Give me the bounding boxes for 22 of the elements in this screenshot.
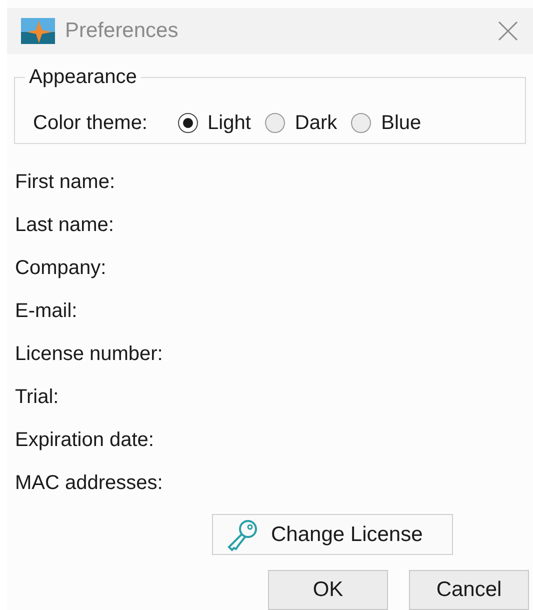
radio-option[interactable]: Light <box>178 108 251 138</box>
field-label: MAC addresses: <box>15 470 163 496</box>
theme-label: Color theme: <box>33 110 148 136</box>
dialog-button[interactable]: OK <box>268 570 388 610</box>
field-label: Last name: <box>15 212 114 238</box>
radio-button[interactable] <box>178 112 198 132</box>
change-license-button[interactable]: Change License <box>212 514 453 555</box>
close-icon[interactable] <box>497 20 519 42</box>
field-label: Trial: <box>15 384 59 410</box>
field-label: License number: <box>15 342 163 367</box>
key-icon <box>225 518 259 552</box>
radio-button[interactable] <box>351 112 372 132</box>
field-label: First name: <box>15 170 116 195</box>
radio-button[interactable] <box>264 112 285 132</box>
app-logo-icon <box>21 18 55 44</box>
dialog-button[interactable]: Cancel <box>409 570 529 610</box>
window-title: Preferences <box>65 18 178 44</box>
field-label: Company: <box>15 256 106 281</box>
radio-option[interactable]: Dark <box>264 108 338 138</box>
field-label: Expiration date: <box>15 428 154 453</box>
radio-option[interactable]: Blue <box>351 108 422 138</box>
field-label: E-mail: <box>15 298 78 324</box>
